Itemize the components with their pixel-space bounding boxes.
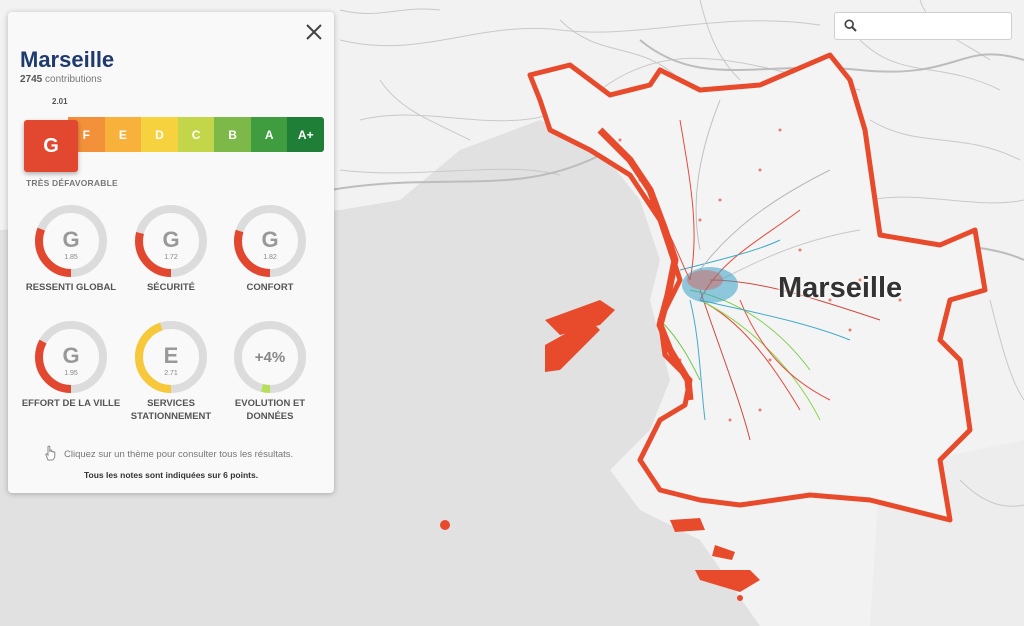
current-grade-badge: G xyxy=(24,120,78,172)
search-icon xyxy=(844,19,857,37)
gauge-ring: G 1.72 xyxy=(135,205,207,277)
overall-score: 2.01 xyxy=(52,97,68,106)
gauge-ring: E 2.71 xyxy=(135,321,207,393)
gauge-label: RESSENTI GLOBAL xyxy=(25,282,117,293)
hint-text: Cliquez sur un thème pour consulter tous… xyxy=(64,449,294,460)
gauge-grade: G xyxy=(261,227,278,252)
map-city-label: Marseille xyxy=(778,272,903,304)
theme-gauge[interactable]: G 1.72 SÉCURITÉ xyxy=(121,204,221,294)
grade-scale-segment: A xyxy=(250,117,288,152)
contributions-count: 2745 contributions xyxy=(20,74,102,85)
city-results-panel: Marseille 2745 contributions 2.01 FEDCBA… xyxy=(8,12,334,493)
verdict-label: TRÈS DÉFAVORABLE xyxy=(26,178,118,188)
grade-scale-segment: B xyxy=(214,117,251,152)
grade-scale-segment: C xyxy=(177,117,215,152)
gauge-value: 1.82 xyxy=(263,254,277,261)
gauge-ring: +4% xyxy=(234,321,306,393)
map-search-input[interactable] xyxy=(865,16,1009,38)
city-title: Marseille xyxy=(20,47,115,72)
grade-scale-segment: A+ xyxy=(287,117,325,152)
theme-gauge[interactable]: E 2.71 SERVICES STATIONNEMENT xyxy=(121,320,221,423)
gauge-ring: G 1.95 xyxy=(35,321,107,393)
gauge-ring: G 1.82 xyxy=(234,205,306,277)
gauge-label: SÉCURITÉ xyxy=(146,282,196,293)
gauge-ring: G 1.85 xyxy=(35,205,107,277)
gauge-grade: G xyxy=(62,227,79,252)
theme-gauge[interactable]: +4% EVOLUTION ET DONNÉES xyxy=(220,320,320,423)
gauge-value: 2.71 xyxy=(164,370,178,377)
theme-gauge[interactable]: G 1.95 EFFORT DE LA VILLE xyxy=(21,320,121,410)
gauge-label: EVOLUTION ET DONNÉES xyxy=(234,398,306,422)
gauge-value: 1.95 xyxy=(64,370,78,377)
close-button[interactable] xyxy=(304,22,324,42)
gauge-value: 1.72 xyxy=(164,254,178,261)
gauge-label: CONFORT xyxy=(246,282,294,293)
grade-scale: F E D C B A A+ xyxy=(68,117,325,152)
theme-gauge[interactable]: G 1.82 CONFORT xyxy=(220,204,320,294)
grade-scale-segment: D xyxy=(141,117,178,152)
gauge-grade: +4% xyxy=(255,349,285,366)
close-icon xyxy=(306,24,322,40)
gauge-label: EFFORT DE LA VILLE xyxy=(21,398,121,409)
theme-gauge[interactable]: G 1.85 RESSENTI GLOBAL xyxy=(21,204,121,294)
footnote: Tous les notes sont indiquées sur 6 poin… xyxy=(83,470,259,480)
map-search-box[interactable] xyxy=(834,12,1012,40)
gauge-grade: G xyxy=(162,227,179,252)
gauge-grade: E xyxy=(164,343,179,368)
grade-scale-segment: E xyxy=(104,117,142,152)
gauge-grade: G xyxy=(62,343,79,368)
gauge-value: 1.85 xyxy=(64,254,78,261)
pointer-hand-icon xyxy=(42,444,60,467)
gauge-label: SERVICES STATIONNEMENT xyxy=(130,398,212,422)
